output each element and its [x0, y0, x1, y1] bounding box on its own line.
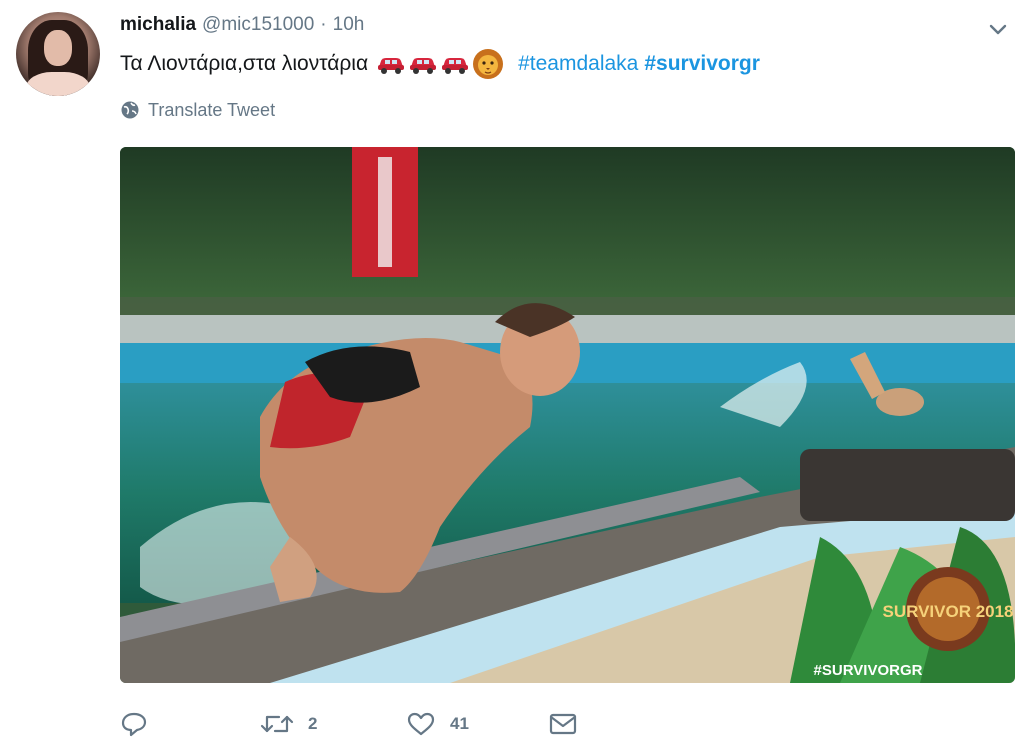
user-handle[interactable]: @mic151000 [202, 14, 314, 36]
translate-label: Translate Tweet [148, 99, 276, 120]
reply-button[interactable] [120, 706, 162, 742]
lion-face-icon [473, 49, 504, 79]
avatar-face [44, 30, 72, 66]
translate-tweet-link[interactable]: Translate Tweet [120, 98, 275, 122]
watermark-hashtag: #SURVIVORGR [814, 662, 923, 679]
red-car-icon [410, 58, 437, 74]
heart-icon [407, 712, 435, 736]
photo-scene: SURVIVOR 2018 #SURVIVORGR [120, 147, 1015, 683]
globe-icon [121, 101, 139, 119]
retweet-icon [260, 715, 294, 733]
survivor-watermark: SURVIVOR 2018 #SURVIVORGR [790, 527, 1015, 683]
display-name[interactable]: michalia [120, 14, 196, 36]
avatar[interactable] [16, 12, 100, 96]
separator-dot: · [320, 14, 327, 35]
tweet-timestamp[interactable]: 10h [333, 14, 365, 36]
direct-message-button[interactable] [548, 706, 578, 742]
reply-icon [121, 712, 147, 737]
retweet-count: 2 [308, 714, 318, 733]
like-button[interactable]: 41 [406, 706, 469, 742]
red-car-icon [442, 58, 469, 74]
hashtag-survivorgr[interactable]: #survivorgr [644, 49, 760, 79]
chevron-down-icon[interactable] [986, 18, 1010, 42]
retweet-button[interactable]: 2 [260, 706, 317, 742]
avatar-shoulder [26, 72, 90, 96]
watermark-logo-text: SURVIVOR 2018 [882, 602, 1013, 621]
tweet-header: michalia @mic151000 · 10h [120, 14, 364, 42]
tweet-action-bar: 2 41 [120, 706, 680, 742]
tweet-text: Τα Λιοντάρια,στα λιοντάρια #teamdalaka #… [120, 48, 760, 80]
red-car-icon [378, 58, 405, 74]
like-count: 41 [450, 714, 469, 733]
hashtag-teamdalaka[interactable]: #teamdalaka [518, 49, 638, 79]
envelope-icon [549, 713, 577, 735]
tweet-photo[interactable]: SURVIVOR 2018 #SURVIVORGR [120, 147, 1015, 683]
emoji-row [376, 48, 504, 80]
tweet-body: Τα Λιοντάρια,στα λιοντάρια [120, 52, 369, 75]
